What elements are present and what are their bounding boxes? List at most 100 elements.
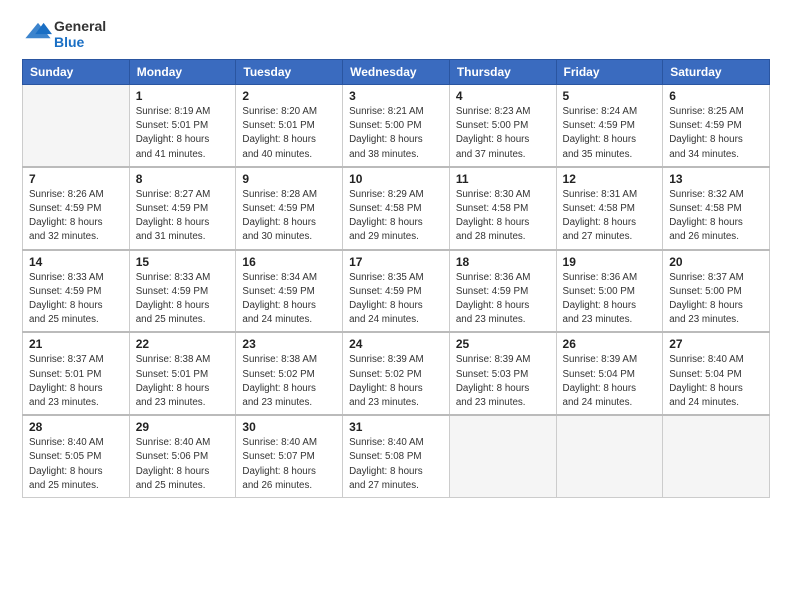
day-cell: 2 Sunrise: 8:20 AMSunset: 5:01 PMDaylight… xyxy=(236,85,343,167)
week-row-1: 1 Sunrise: 8:19 AMSunset: 5:01 PMDaylight… xyxy=(23,85,770,167)
day-number: 15 xyxy=(136,255,230,269)
day-info: Sunrise: 8:34 AMSunset: 4:59 PMDaylight:… xyxy=(242,271,336,328)
day-info: Sunrise: 8:29 AMSunset: 4:58 PMDaylight:… xyxy=(349,188,443,245)
day-number: 9 xyxy=(242,172,336,186)
week-row-4: 21 Sunrise: 8:37 AMSunset: 5:01 PMDayligh… xyxy=(23,332,770,415)
day-cell: 16 Sunrise: 8:34 AMSunset: 4:59 PMDayligh… xyxy=(236,250,343,333)
day-cell: 22Sunrise: 8:38 AMSunset: 5:01 PMDayligh… xyxy=(129,332,236,415)
calendar-table: SundayMondayTuesdayWednesdayThursdayFrid… xyxy=(22,59,770,498)
day-cell: 27 Sunrise: 8:40 AMSunset: 5:04 PMDayligh… xyxy=(663,332,770,415)
day-number: 29 xyxy=(136,420,230,434)
day-cell: 9 Sunrise: 8:28 AMSunset: 4:59 PMDaylight… xyxy=(236,167,343,250)
day-cell: 28 Sunrise: 8:40 AMSunset: 5:05 PMDayligh… xyxy=(23,415,130,497)
day-info: Sunrise: 8:40 AMSunset: 5:05 PMDaylight:… xyxy=(29,436,123,493)
day-number: 17 xyxy=(349,255,443,269)
weekday-monday: Monday xyxy=(129,60,236,85)
day-info: Sunrise: 8:36 AMSunset: 5:00 PMDaylight:… xyxy=(563,271,657,328)
day-number: 20 xyxy=(669,255,763,269)
day-cell: 21 Sunrise: 8:37 AMSunset: 5:01 PMDayligh… xyxy=(23,332,130,415)
weekday-thursday: Thursday xyxy=(449,60,556,85)
logo-general: General xyxy=(54,18,106,34)
day-number: 8 xyxy=(136,172,230,186)
day-info: Sunrise: 8:20 AMSunset: 5:01 PMDaylight:… xyxy=(242,105,336,162)
day-cell: 29Sunrise: 8:40 AMSunset: 5:06 PMDayligh… xyxy=(129,415,236,497)
day-number: 24 xyxy=(349,337,443,351)
day-number: 5 xyxy=(563,89,657,103)
day-info: Sunrise: 8:38 AMSunset: 5:02 PMDaylight:… xyxy=(242,353,336,410)
day-cell: 1 Sunrise: 8:19 AMSunset: 5:01 PMDaylight… xyxy=(129,85,236,167)
day-number: 23 xyxy=(242,337,336,351)
day-number: 14 xyxy=(29,255,123,269)
weekday-friday: Friday xyxy=(556,60,663,85)
day-info: Sunrise: 8:32 AMSunset: 4:58 PMDaylight:… xyxy=(669,188,763,245)
day-info: Sunrise: 8:39 AMSunset: 5:04 PMDaylight:… xyxy=(563,353,657,410)
day-info: Sunrise: 8:37 AMSunset: 5:01 PMDaylight:… xyxy=(29,353,123,410)
logo: General Blue xyxy=(22,18,106,51)
day-number: 26 xyxy=(563,337,657,351)
day-number: 27 xyxy=(669,337,763,351)
day-cell xyxy=(449,415,556,497)
weekday-header-row: SundayMondayTuesdayWednesdayThursdayFrid… xyxy=(23,60,770,85)
day-info: Sunrise: 8:40 AMSunset: 5:07 PMDaylight:… xyxy=(242,436,336,493)
day-number: 2 xyxy=(242,89,336,103)
day-number: 21 xyxy=(29,337,123,351)
day-cell: 7 Sunrise: 8:26 AMSunset: 4:59 PMDaylight… xyxy=(23,167,130,250)
day-cell: 30 Sunrise: 8:40 AMSunset: 5:07 PMDayligh… xyxy=(236,415,343,497)
day-info: Sunrise: 8:40 AMSunset: 5:04 PMDaylight:… xyxy=(669,353,763,410)
day-number: 7 xyxy=(29,172,123,186)
day-number: 6 xyxy=(669,89,763,103)
day-number: 10 xyxy=(349,172,443,186)
day-cell xyxy=(663,415,770,497)
logo-blue: Blue xyxy=(54,34,84,50)
day-cell: 3Sunrise: 8:21 AMSunset: 5:00 PMDaylight… xyxy=(343,85,450,167)
logo-icon xyxy=(24,18,52,46)
day-info: Sunrise: 8:38 AMSunset: 5:01 PMDaylight:… xyxy=(136,353,230,410)
day-cell: 24Sunrise: 8:39 AMSunset: 5:02 PMDayligh… xyxy=(343,332,450,415)
day-cell: 20Sunrise: 8:37 AMSunset: 5:00 PMDayligh… xyxy=(663,250,770,333)
day-number: 28 xyxy=(29,420,123,434)
day-cell: 15Sunrise: 8:33 AMSunset: 4:59 PMDayligh… xyxy=(129,250,236,333)
day-number: 13 xyxy=(669,172,763,186)
day-number: 4 xyxy=(456,89,550,103)
day-number: 16 xyxy=(242,255,336,269)
day-cell xyxy=(23,85,130,167)
week-row-2: 7 Sunrise: 8:26 AMSunset: 4:59 PMDaylight… xyxy=(23,167,770,250)
day-number: 11 xyxy=(456,172,550,186)
week-row-5: 28 Sunrise: 8:40 AMSunset: 5:05 PMDayligh… xyxy=(23,415,770,497)
day-cell: 26 Sunrise: 8:39 AMSunset: 5:04 PMDayligh… xyxy=(556,332,663,415)
day-cell: 8Sunrise: 8:27 AMSunset: 4:59 PMDaylight… xyxy=(129,167,236,250)
day-cell: 25Sunrise: 8:39 AMSunset: 5:03 PMDayligh… xyxy=(449,332,556,415)
day-cell: 31 Sunrise: 8:40 AMSunset: 5:08 PMDayligh… xyxy=(343,415,450,497)
day-cell: 19 Sunrise: 8:36 AMSunset: 5:00 PMDayligh… xyxy=(556,250,663,333)
day-cell: 14 Sunrise: 8:33 AMSunset: 4:59 PMDayligh… xyxy=(23,250,130,333)
day-cell: 13 Sunrise: 8:32 AMSunset: 4:58 PMDayligh… xyxy=(663,167,770,250)
day-info: Sunrise: 8:40 AMSunset: 5:08 PMDaylight:… xyxy=(349,436,443,493)
day-info: Sunrise: 8:19 AMSunset: 5:01 PMDaylight:… xyxy=(136,105,230,162)
day-cell: 17 Sunrise: 8:35 AMSunset: 4:59 PMDayligh… xyxy=(343,250,450,333)
day-number: 19 xyxy=(563,255,657,269)
day-info: Sunrise: 8:26 AMSunset: 4:59 PMDaylight:… xyxy=(29,188,123,245)
weekday-tuesday: Tuesday xyxy=(236,60,343,85)
day-number: 12 xyxy=(563,172,657,186)
weekday-saturday: Saturday xyxy=(663,60,770,85)
day-info: Sunrise: 8:35 AMSunset: 4:59 PMDaylight:… xyxy=(349,271,443,328)
day-cell: 18Sunrise: 8:36 AMSunset: 4:59 PMDayligh… xyxy=(449,250,556,333)
day-info: Sunrise: 8:39 AMSunset: 5:03 PMDaylight:… xyxy=(456,353,550,410)
page: General Blue SundayMondayTuesdayWednesda… xyxy=(0,0,792,612)
day-info: Sunrise: 8:33 AMSunset: 4:59 PMDaylight:… xyxy=(29,271,123,328)
day-number: 31 xyxy=(349,420,443,434)
weekday-wednesday: Wednesday xyxy=(343,60,450,85)
day-info: Sunrise: 8:21 AMSunset: 5:00 PMDaylight:… xyxy=(349,105,443,162)
day-number: 30 xyxy=(242,420,336,434)
weekday-sunday: Sunday xyxy=(23,60,130,85)
day-info: Sunrise: 8:36 AMSunset: 4:59 PMDaylight:… xyxy=(456,271,550,328)
day-cell: 6Sunrise: 8:25 AMSunset: 4:59 PMDaylight… xyxy=(663,85,770,167)
day-info: Sunrise: 8:23 AMSunset: 5:00 PMDaylight:… xyxy=(456,105,550,162)
day-info: Sunrise: 8:28 AMSunset: 4:59 PMDaylight:… xyxy=(242,188,336,245)
day-number: 1 xyxy=(136,89,230,103)
day-cell xyxy=(556,415,663,497)
day-info: Sunrise: 8:24 AMSunset: 4:59 PMDaylight:… xyxy=(563,105,657,162)
day-info: Sunrise: 8:30 AMSunset: 4:58 PMDaylight:… xyxy=(456,188,550,245)
day-info: Sunrise: 8:31 AMSunset: 4:58 PMDaylight:… xyxy=(563,188,657,245)
day-cell: 23 Sunrise: 8:38 AMSunset: 5:02 PMDayligh… xyxy=(236,332,343,415)
